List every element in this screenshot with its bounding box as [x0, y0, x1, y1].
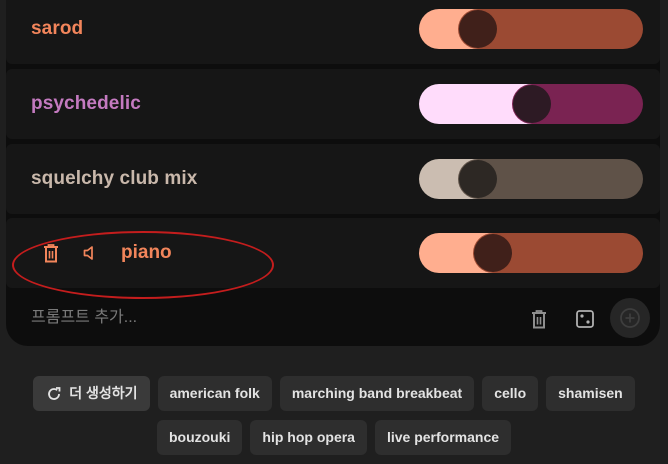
- trash-icon[interactable]: [40, 241, 62, 265]
- suggestion-chip[interactable]: marching band breakbeat: [279, 376, 475, 411]
- suggestion-chip[interactable]: cello: [482, 376, 539, 411]
- suggestion-chip[interactable]: shamisen: [546, 376, 635, 411]
- prompt-row-psychedelic[interactable]: psychedelic: [6, 69, 660, 139]
- suggestion-chip[interactable]: american folk: [157, 376, 272, 411]
- dice-icon[interactable]: [574, 308, 596, 330]
- weight-slider[interactable]: [419, 9, 643, 49]
- prompt-panel: sarod psychedelic squelchy club mix pian…: [6, 0, 660, 346]
- suggestion-chip[interactable]: bouzouki: [156, 420, 243, 455]
- prompt-row-sarod[interactable]: sarod: [6, 0, 660, 64]
- prompt-label[interactable]: psychedelic: [31, 69, 141, 139]
- slider-thumb[interactable]: [459, 160, 498, 198]
- weight-slider[interactable]: [419, 159, 643, 199]
- weight-slider[interactable]: [419, 84, 643, 124]
- chip-row: bouzouki hip hop opera live performance: [0, 420, 668, 455]
- suggestion-chips: 더 생성하기 american folk marching band break…: [0, 376, 668, 464]
- add-circle-icon[interactable]: [610, 298, 650, 338]
- slider-thumb[interactable]: [473, 234, 512, 272]
- trash-icon[interactable]: [528, 308, 550, 330]
- prompt-label[interactable]: squelchy club mix: [31, 144, 197, 214]
- speaker-icon[interactable]: [78, 241, 100, 265]
- prompt-tools: piano: [40, 218, 172, 288]
- slider-thumb[interactable]: [459, 10, 498, 48]
- refresh-icon: [47, 386, 61, 401]
- regenerate-button[interactable]: 더 생성하기: [33, 376, 150, 411]
- slider-thumb[interactable]: [513, 85, 551, 123]
- prompt-row-piano[interactable]: piano: [6, 218, 660, 299]
- suggestion-chip[interactable]: hip hop opera: [250, 420, 367, 455]
- weight-slider[interactable]: [419, 233, 643, 273]
- add-prompt-input[interactable]: [31, 306, 331, 330]
- prompt-row-squelchy-club-mix[interactable]: squelchy club mix: [6, 144, 660, 214]
- suggestion-chip[interactable]: live performance: [374, 420, 512, 455]
- chip-row: 더 생성하기 american folk marching band break…: [0, 376, 668, 411]
- prompt-label[interactable]: sarod: [31, 0, 83, 64]
- add-prompt-row: [6, 290, 660, 346]
- prompt-label[interactable]: piano: [121, 242, 172, 264]
- regenerate-label: 더 생성하기: [69, 385, 138, 401]
